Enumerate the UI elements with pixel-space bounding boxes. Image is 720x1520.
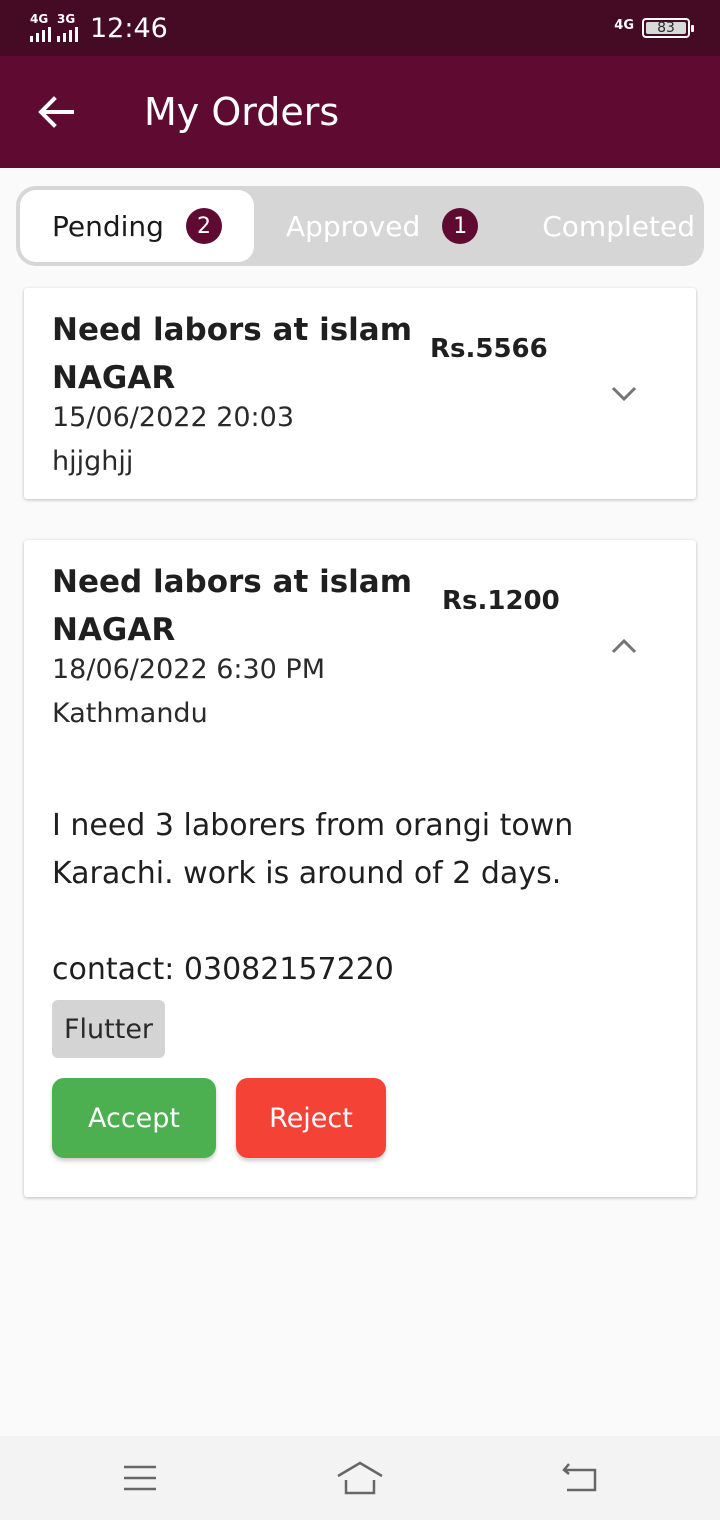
approved-count-badge: 1 [442, 208, 479, 244]
order-price: Rs.1200 [442, 586, 560, 616]
order-title: Need labors at islam NAGAR [52, 312, 412, 396]
order-description: I need 3 laborers from orangi town Karac… [52, 808, 574, 987]
arrow-left-icon [38, 96, 74, 128]
tab-approved[interactable]: Approved 1 [254, 190, 510, 262]
tab-completed[interactable]: Completed [510, 190, 704, 262]
order-location: Kathmandu [52, 698, 208, 729]
tab-pending[interactable]: Pending 2 [20, 190, 254, 262]
signal-1-label: 4G [30, 12, 49, 26]
status-bar: 4G 3G 12:46 4G 83 [0, 0, 720, 56]
order-title: Need labors at islam NAGAR [52, 564, 412, 648]
home-button[interactable] [336, 1458, 384, 1498]
expand-toggle[interactable] [610, 380, 638, 408]
back-button[interactable] [26, 82, 86, 142]
battery-icon: 83 [642, 18, 694, 38]
back-nav-button[interactable] [558, 1458, 602, 1498]
signal-2-label: 3G [57, 12, 76, 26]
order-price: Rs.5566 [430, 334, 548, 364]
home-icon [337, 1461, 383, 1495]
order-card[interactable]: Need labors at islam NAGAR Rs.1200 18/06… [24, 540, 696, 1197]
page-title: My Orders [144, 90, 340, 134]
pending-count-badge: 2 [185, 208, 222, 244]
chevron-up-icon [611, 638, 637, 654]
network-indicator: 4G [614, 17, 634, 33]
collapse-toggle[interactable] [610, 632, 638, 660]
menu-icon [124, 1465, 156, 1491]
accept-button[interactable]: Accept [52, 1078, 216, 1158]
tab-pending-label: Pending [52, 209, 164, 243]
signal-2: 3G [57, 12, 78, 42]
system-nav-bar [0, 1436, 720, 1520]
signal-bars-icon [57, 27, 78, 42]
battery-level: 83 [657, 20, 675, 36]
tab-completed-label: Completed [542, 209, 695, 243]
order-datetime: 15/06/2022 20:03 [52, 402, 295, 433]
order-location: hjjghjj [52, 446, 134, 477]
menu-button[interactable] [118, 1458, 162, 1498]
skill-tag: Flutter [52, 1000, 166, 1058]
app-bar: My Orders [0, 56, 720, 168]
order-datetime: 18/06/2022 6:30 PM [52, 654, 325, 685]
tab-approved-label: Approved [285, 209, 421, 243]
signal-1: 4G [30, 12, 51, 42]
order-card[interactable]: Need labors at islam NAGAR Rs.5566 15/06… [24, 288, 696, 499]
signal-bars-icon [30, 27, 51, 42]
chevron-down-icon [611, 386, 637, 402]
back-icon [562, 1463, 597, 1492]
reject-button[interactable]: Reject [236, 1078, 386, 1158]
order-status-tabs: Pending 2 Approved 1 Completed [16, 186, 704, 266]
clock: 12:46 [90, 12, 168, 44]
